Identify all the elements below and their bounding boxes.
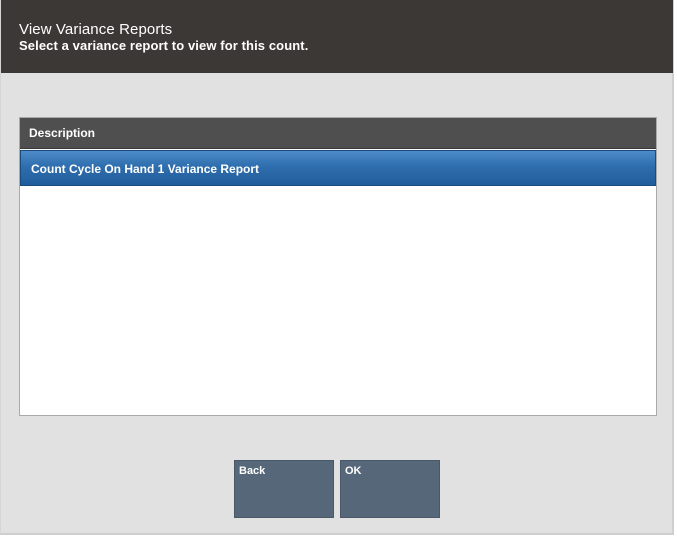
column-header-description[interactable]: Description bbox=[20, 118, 656, 149]
dialog-title: View Variance Reports bbox=[19, 21, 173, 38]
back-button[interactable]: Back bbox=[234, 460, 334, 518]
dialog-header: View Variance Reports Select a variance … bbox=[1, 0, 673, 73]
table-row[interactable]: Count Cycle On Hand 1 Variance Report bbox=[20, 150, 656, 186]
ok-button[interactable]: OK bbox=[340, 460, 440, 518]
variance-report-table: Description Count Cycle On Hand 1 Varian… bbox=[19, 117, 657, 416]
dialog-subtitle: Select a variance report to view for thi… bbox=[19, 38, 309, 53]
dialog-window: View Variance Reports Select a variance … bbox=[0, 0, 674, 535]
